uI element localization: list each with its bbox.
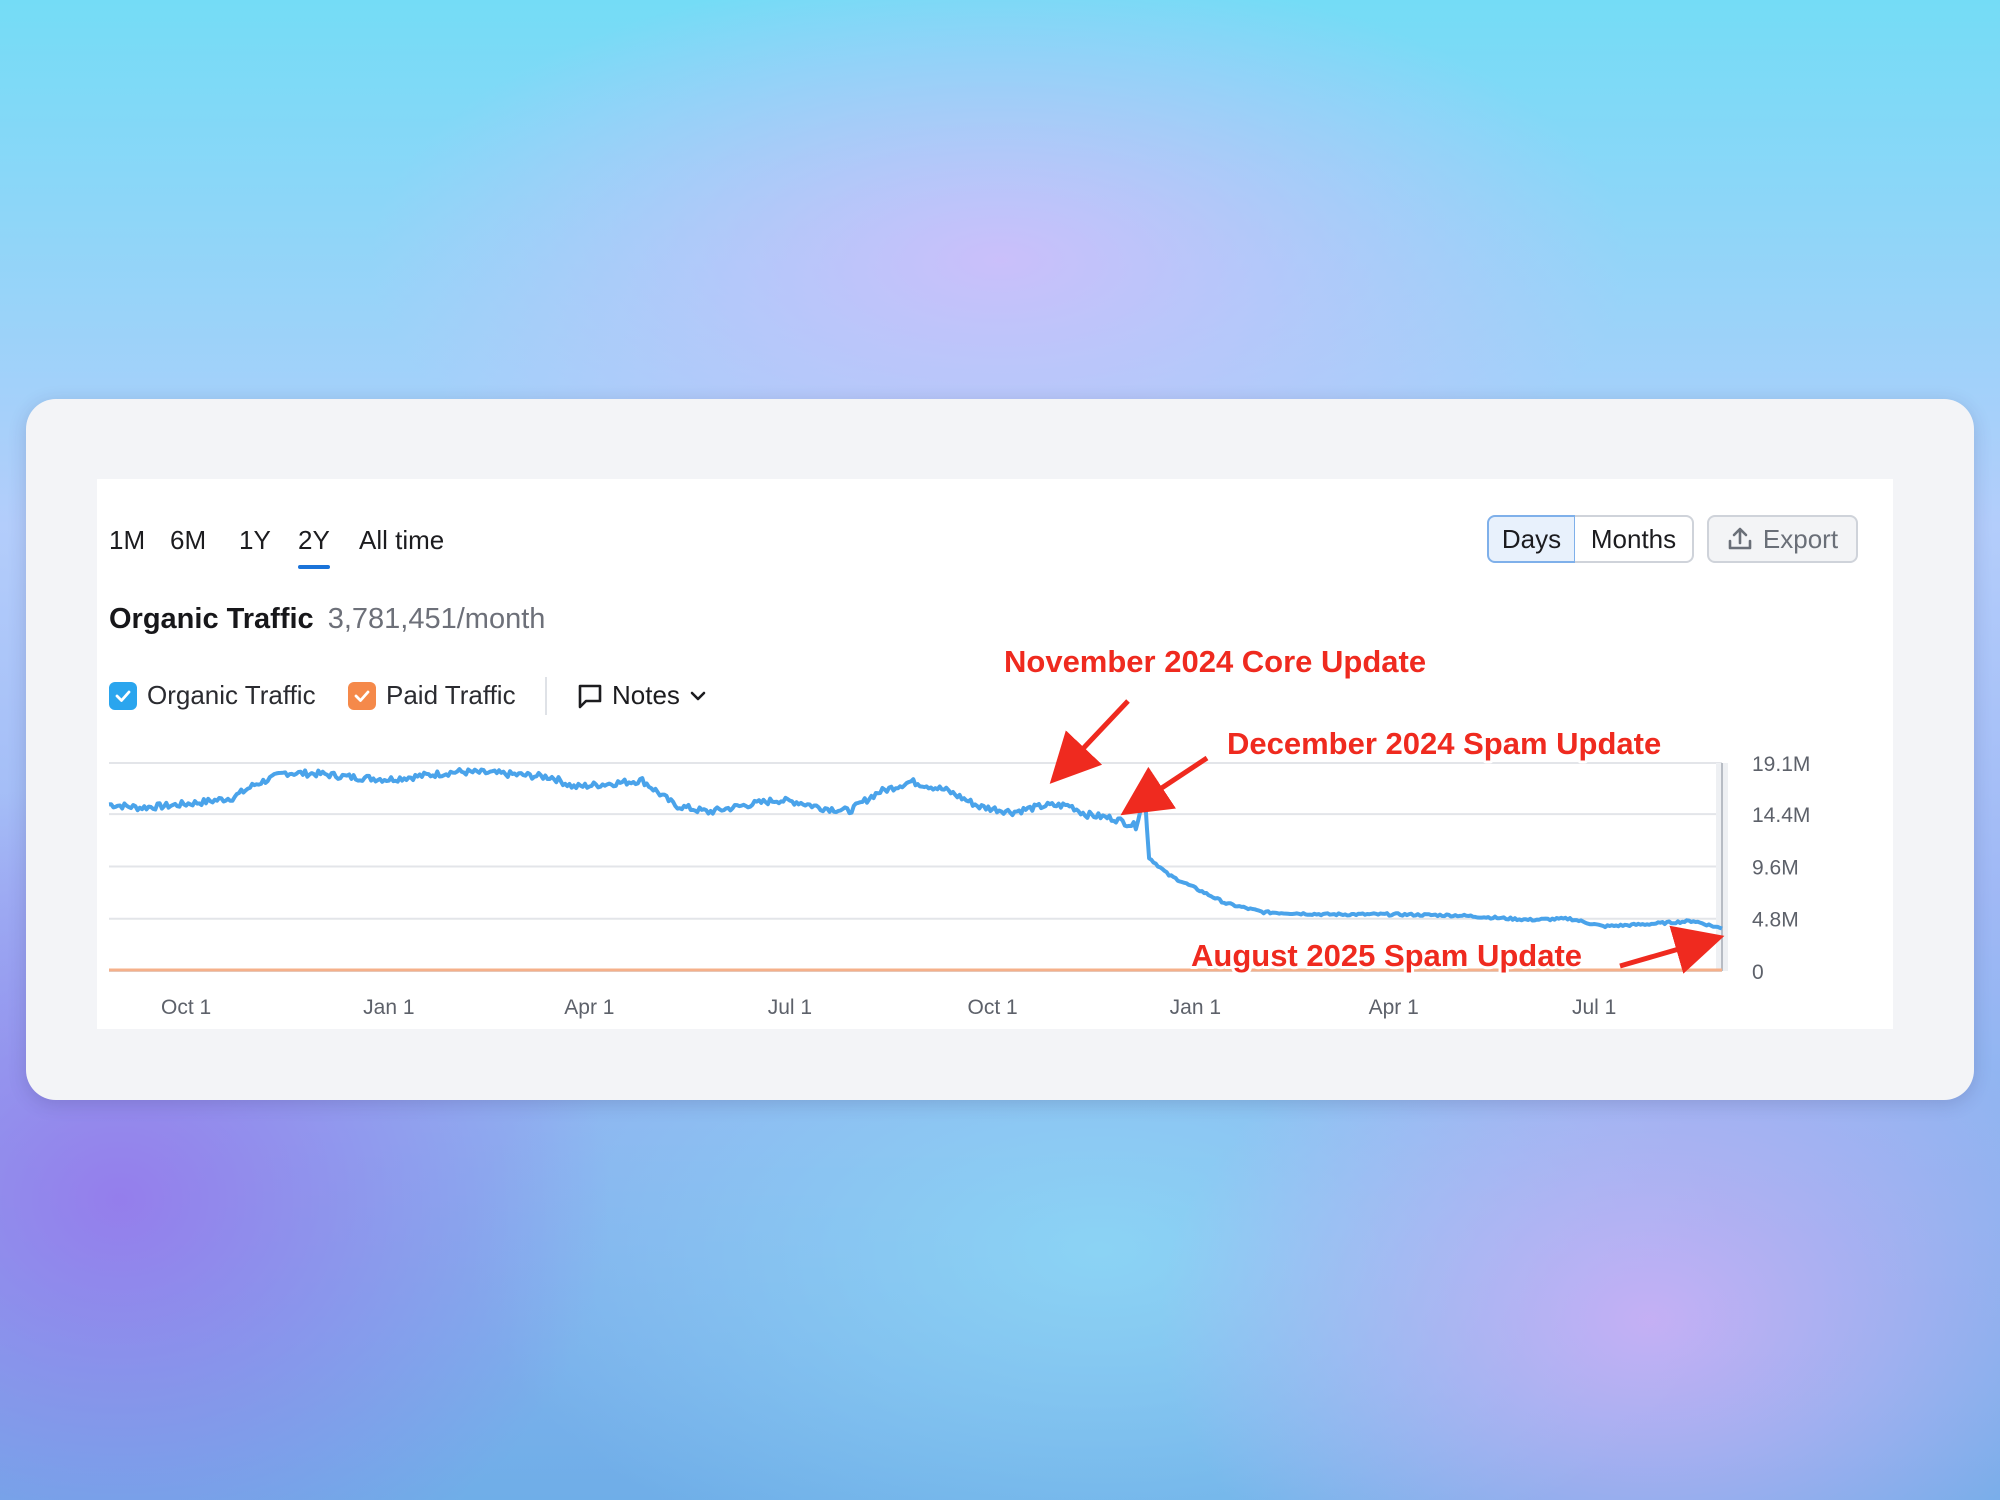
annotation-dec-2024-spam-update: December 2024 Spam Update <box>1227 726 1661 761</box>
y-tick-label: 14.4M <box>1752 804 1810 827</box>
x-tick-label: Apr 1 <box>1369 996 1419 1019</box>
y-tick-label: 0 <box>1752 961 1764 984</box>
series-line-organic-traffic <box>108 767 1723 931</box>
annotation-nov-2024-core-update: November 2024 Core Update <box>1004 644 1426 679</box>
y-tick-label: 9.6M <box>1752 856 1799 879</box>
traffic-chart: 19.1M 14.4M 9.6M 4.8M 0 Oct 1 Jan 1 Apr 1 Jul 1… <box>108 641 1810 1019</box>
x-tick-label: Jul 1 <box>1572 996 1616 1019</box>
x-tick-label: Oct 1 <box>968 996 1018 1019</box>
annotation-arrow-aug <box>1619 925 1725 974</box>
y-tick-label: 4.8M <box>1752 909 1799 932</box>
y-tick-label: 19.1M <box>1752 753 1810 776</box>
annotation-arrow-dec <box>1120 755 1209 816</box>
x-tick-label: Jan 1 <box>1170 996 1221 1019</box>
annotation-aug-2025-spam-update: August 2025 Spam Update <box>1191 938 1582 973</box>
x-tick-label: Apr 1 <box>564 996 614 1019</box>
x-tick-label: Oct 1 <box>161 996 211 1019</box>
x-tick-label: Jan 1 <box>363 996 414 1019</box>
x-tick-label: Jul 1 <box>768 996 812 1019</box>
